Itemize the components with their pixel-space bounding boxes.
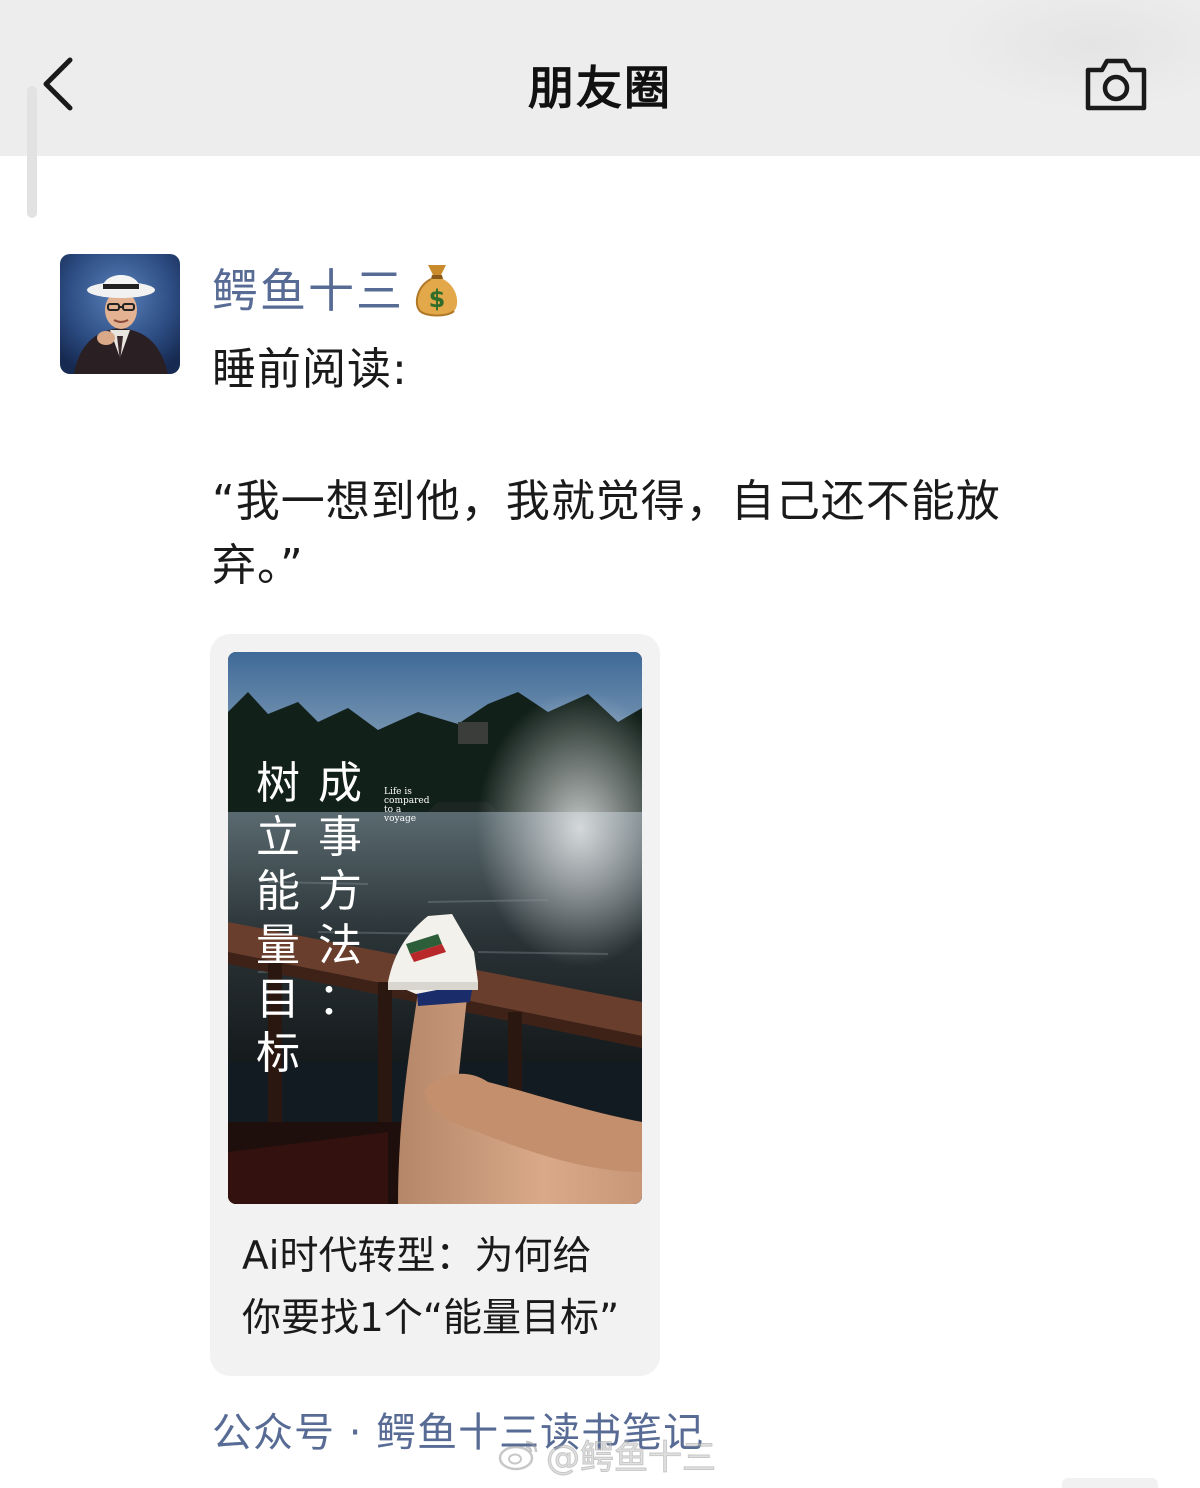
- camera-button[interactable]: [1084, 56, 1148, 112]
- post-text-line: 弃。”: [212, 540, 304, 591]
- watermark-text: @鳄鱼十三: [546, 1437, 717, 1478]
- post-body: 睡前阅读: “我一想到他，我就觉得，自己还不能放 弃。”: [212, 338, 1132, 598]
- cover-char: 方: [318, 866, 362, 917]
- next-post-hint: [1062, 1478, 1158, 1488]
- article-cover-image: 树 立 能 量 目 标 成 事 方 法 ： Life is compared t…: [228, 652, 642, 1204]
- cover-char: 量: [256, 920, 300, 971]
- avatar[interactable]: [60, 254, 180, 374]
- cover-char: 能: [256, 866, 300, 917]
- scroll-indicator: [27, 86, 37, 218]
- shared-article-card[interactable]: 树 立 能 量 目 标 成 事 方 法 ： Life is compared t…: [210, 634, 660, 1376]
- back-button[interactable]: [38, 54, 82, 114]
- cover-char: 目: [256, 974, 300, 1025]
- header-blur-area: [940, 0, 1200, 110]
- cover-char: 立: [256, 812, 300, 863]
- cover-char: 成: [318, 758, 362, 809]
- cover-small-line: voyage: [383, 814, 416, 824]
- cover-photo: 树 立 能 量 目 标 成 事 方 法 ： Life is compared t…: [228, 652, 642, 1204]
- cover-char: 树: [256, 758, 300, 809]
- author-name[interactable]: 鳄鱼十三: [212, 255, 404, 321]
- svg-text:$: $: [429, 285, 446, 313]
- article-title-line: Ai时代转型：为何给: [242, 1234, 592, 1279]
- money-bag-icon: $: [415, 265, 458, 317]
- cover-char: 法: [318, 920, 362, 971]
- watermark: @鳄鱼十三: [498, 1434, 717, 1478]
- camera-icon: [1085, 58, 1147, 111]
- article-title-line: 你要找1个“能量目标”: [242, 1296, 620, 1341]
- cover-title-right: 成 事 方 法 ：: [318, 758, 362, 1025]
- top-nav-bar: 朋友圈: [0, 0, 1200, 156]
- weibo-logo-icon: [498, 1440, 538, 1471]
- post-text-line: “我一想到他，我就觉得，自己还不能放: [212, 476, 1001, 527]
- cover-char: 标: [256, 1028, 300, 1079]
- cover-char: ：: [318, 974, 362, 1025]
- post-text-line: 睡前阅读:: [212, 344, 408, 395]
- chevron-left-icon: [43, 57, 73, 111]
- cover-char: 事: [318, 812, 362, 863]
- article-title: Ai时代转型：为何给 你要找1个“能量目标”: [242, 1226, 642, 1350]
